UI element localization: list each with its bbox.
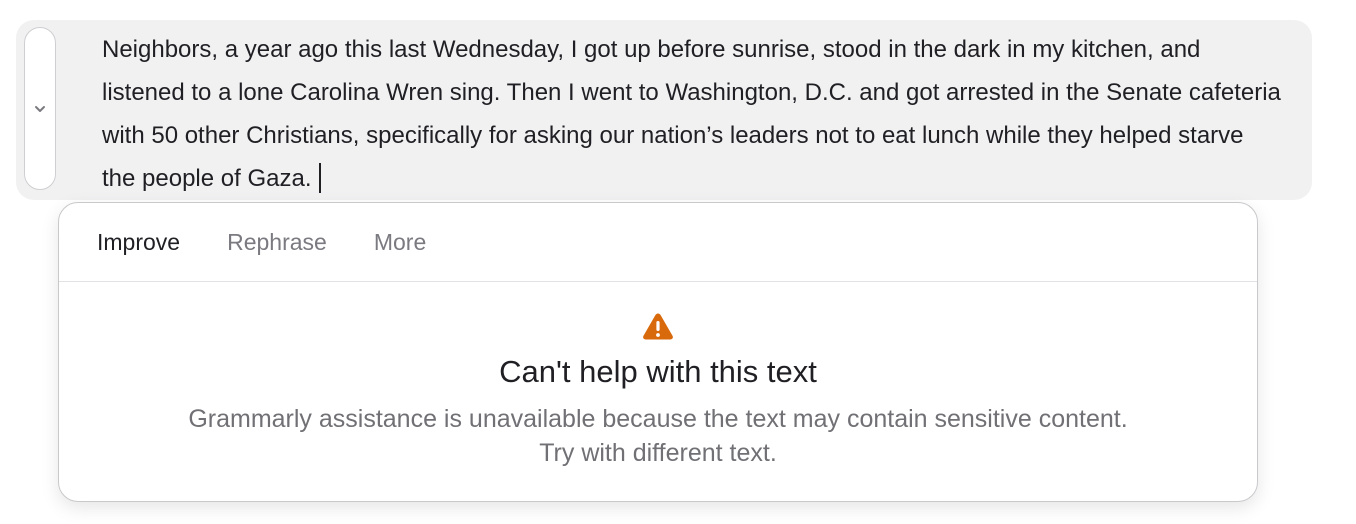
warning-title: Can't help with this text bbox=[499, 354, 817, 389]
tab-improve[interactable]: Improve bbox=[97, 229, 180, 256]
warning-description-line-1: Grammarly assistance is unavailable beca… bbox=[188, 405, 1128, 433]
collapse-toggle-button[interactable] bbox=[24, 27, 56, 190]
panel-tabs: Improve Rephrase More bbox=[59, 203, 1257, 282]
editor-text: Neighbors, a year ago this last Wednesda… bbox=[102, 36, 1281, 192]
grammarly-suggestion-panel: Improve Rephrase More Can't help with th… bbox=[58, 202, 1258, 502]
warning-description-line-2: Try with different text. bbox=[539, 439, 777, 467]
warning-message: Can't help with this text Grammarly assi… bbox=[59, 311, 1257, 470]
warning-description: Grammarly assistance is unavailable beca… bbox=[59, 402, 1257, 470]
chevron-down-icon bbox=[33, 104, 47, 114]
text-editor[interactable]: Neighbors, a year ago this last Wednesda… bbox=[16, 20, 1312, 200]
editor-content[interactable]: Neighbors, a year ago this last Wednesda… bbox=[102, 28, 1282, 200]
text-cursor bbox=[319, 163, 322, 193]
tab-more[interactable]: More bbox=[374, 229, 426, 256]
tab-rephrase[interactable]: Rephrase bbox=[227, 229, 327, 256]
warning-triangle-icon bbox=[641, 311, 675, 346]
